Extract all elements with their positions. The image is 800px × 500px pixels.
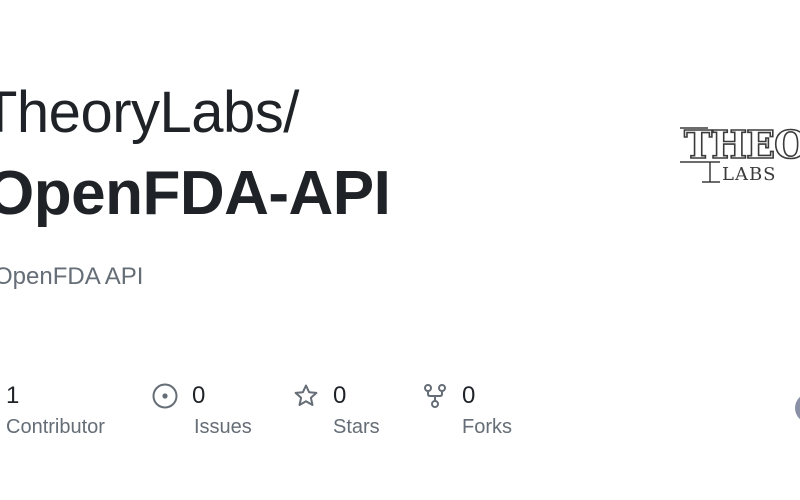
issues-count: 0 (192, 382, 206, 409)
stat-stars[interactable]: 0 Stars (293, 380, 380, 440)
repo-name[interactable]: OpenFDA-API (0, 158, 391, 230)
forks-count: 0 (462, 382, 476, 409)
forks-label: Forks (462, 416, 512, 438)
star-icon (294, 384, 318, 406)
stat-forks[interactable]: 0 Forks (422, 380, 512, 440)
repo-description: OpenFDA API (0, 263, 144, 290)
contributors-count: 1 (6, 382, 20, 409)
theorylabs-logo: THEORY . LABS (680, 121, 800, 185)
issue-opened-icon (152, 383, 178, 409)
svg-text:LABS: LABS (722, 164, 777, 185)
avatar[interactable] (795, 393, 800, 423)
stars-label: Stars (333, 416, 380, 438)
stat-issues[interactable]: 0 Issues (152, 380, 252, 440)
stars-count: 0 (333, 382, 347, 409)
repo-forked-icon (424, 384, 446, 408)
repo-owner[interactable]: TheoryLabs/ (0, 78, 299, 148)
contributors-label: Contributor (6, 416, 105, 438)
issues-label: Issues (194, 416, 252, 438)
stat-contributors[interactable]: 1 Contributor (0, 380, 105, 440)
